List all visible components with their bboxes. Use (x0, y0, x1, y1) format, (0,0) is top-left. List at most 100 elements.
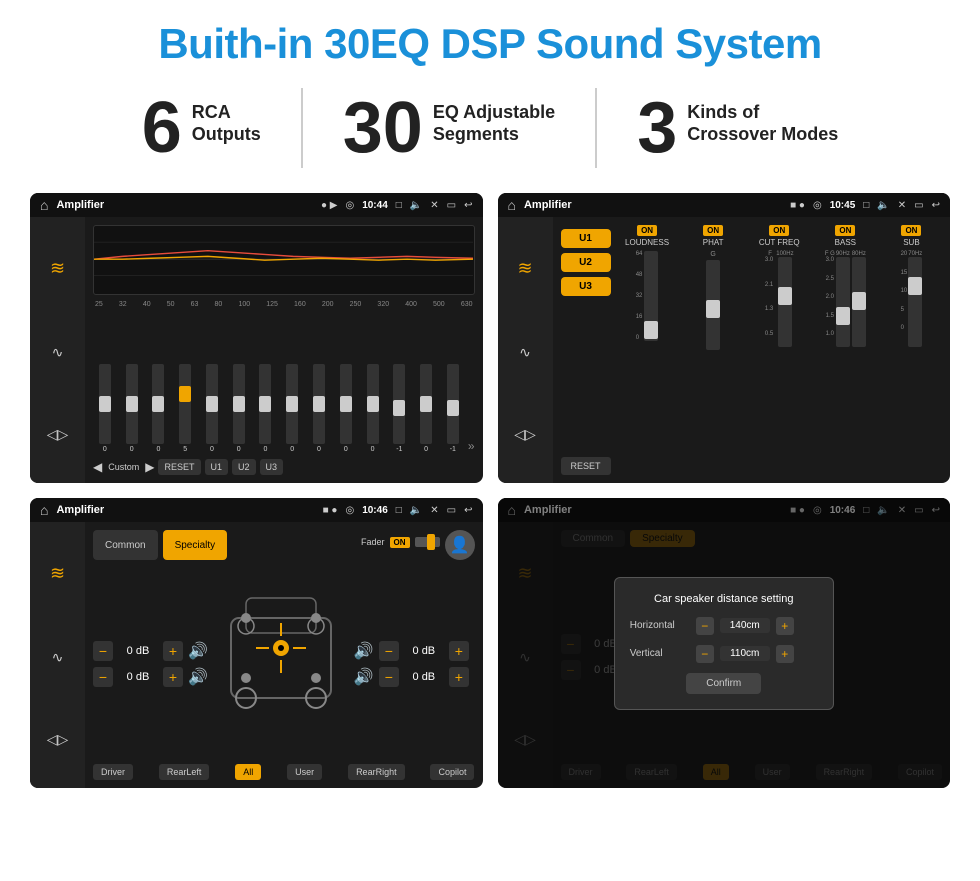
vertical-minus-btn[interactable]: − (696, 645, 714, 663)
eq-u3-btn[interactable]: U3 (260, 459, 284, 475)
amp-speaker-icon[interactable]: ◁▷ (514, 426, 536, 443)
right-controls: 🔊 − 0 dB + 🔊 − 0 dB + (354, 568, 469, 759)
cutfreq-fader-f[interactable] (778, 257, 792, 347)
horizontal-plus-btn[interactable]: + (776, 617, 794, 635)
speaker-icon-left[interactable]: ◁▷ (47, 426, 69, 443)
speaker-icon-1: 🔊 (188, 641, 208, 661)
home-icon-3[interactable]: ⌂ (40, 502, 48, 518)
screen-crossover: ⌂ Amplifier ■ ● ◎ 10:46 □ 🔈 ✕ ▭ ↩ ≋ ∿ ◁▷ (30, 498, 483, 788)
home-icon-2[interactable]: ⌂ (508, 197, 516, 213)
bass-fader-f[interactable] (836, 257, 850, 347)
amp-row: U1 U2 U3 RESET ON LOUDNESS (561, 225, 943, 475)
volume-icon-2: 🔈 (877, 200, 889, 211)
loudness-on: ON (637, 225, 657, 236)
status-bar-2: ⌂ Amplifier ■ ● ◎ 10:45 □ 🔈 ✕ ▭ ↩ (498, 193, 951, 217)
user-avatar-3[interactable]: 👤 (445, 530, 475, 560)
wave-icon[interactable]: ∿ (52, 344, 64, 361)
eq-bottom-controls: ◀ Custom ▶ RESET U1 U2 U3 (93, 459, 475, 475)
plus-btn-1[interactable]: + (163, 641, 183, 661)
amp-channel-sub: ON SUB 20 15 10 5 (881, 225, 942, 475)
minus-btn-1[interactable]: − (93, 641, 113, 661)
sub-on: ON (901, 225, 921, 236)
vertical-value: 110cm (720, 646, 770, 661)
stat-text-crossover: Kinds of Crossover Modes (687, 92, 838, 145)
amp-preset-u3[interactable]: U3 (561, 277, 611, 296)
crossover-main: Common Specialty Fader ON 👤 (85, 522, 483, 788)
eq-slider-12: 0 (414, 364, 438, 453)
dot-icon-2: ■ ● (790, 200, 805, 211)
horizontal-minus-btn[interactable]: − (696, 617, 714, 635)
btn-all[interactable]: All (235, 764, 261, 780)
dialog-overlay: Car speaker distance setting Horizontal … (498, 498, 951, 788)
stat-label-crossover-bottom: Crossover Modes (687, 124, 838, 146)
eq-screen-content: ≋ ∿ ◁▷ (30, 217, 483, 483)
stat-label-rca-bottom: Outputs (192, 124, 261, 146)
loudness-fader[interactable] (644, 251, 658, 341)
amp-preset-u1[interactable]: U1 (561, 229, 611, 248)
eq-play-btn[interactable]: ▶ (145, 460, 154, 474)
confirm-btn[interactable]: Confirm (686, 673, 761, 694)
eq-expand-icon[interactable]: » (468, 439, 475, 453)
tab-common[interactable]: Common (93, 530, 158, 560)
crossover-tabs: Common Specialty Fader ON 👤 (93, 530, 475, 560)
crossover-eq-icon[interactable]: ≋ (50, 563, 65, 584)
eq-sliders: 0 0 0 5 0 0 0 0 0 0 0 -1 0 -1 (93, 312, 475, 453)
btn-driver[interactable]: Driver (93, 764, 133, 780)
eq-slider-13: -1 (441, 364, 465, 453)
amp-screen-content: ≋ ∿ ◁▷ U1 U2 U3 RESET (498, 217, 951, 483)
amp-reset-btn[interactable]: RESET (561, 457, 611, 475)
stats-row: 6 RCA Outputs 30 EQ Adjustable Segments … (30, 88, 950, 168)
screenshots-grid: ⌂ Amplifier ● ▶ ◎ 10:44 □ 🔈 ✕ ▭ ↩ ≋ ∿ ◁▷ (30, 193, 950, 788)
eq-u1-btn[interactable]: U1 (205, 459, 229, 475)
plus-btn-2[interactable]: + (163, 667, 183, 687)
plus-btn-3[interactable]: + (449, 641, 469, 661)
stat-number-eq: 30 (343, 92, 423, 164)
sub-fader[interactable] (908, 257, 922, 347)
eq-slider-3: 5 (173, 364, 197, 453)
vertical-plus-btn[interactable]: + (776, 645, 794, 663)
eq-freq-labels: 25 32 40 50 63 80 100 125 160 200 250 32… (93, 301, 475, 308)
crossover-wave-icon[interactable]: ∿ (52, 649, 64, 666)
bass-on: ON (835, 225, 855, 236)
minus-btn-4[interactable]: − (379, 667, 399, 687)
minus-btn-3[interactable]: − (379, 641, 399, 661)
dialog-title: Car speaker distance setting (630, 593, 818, 605)
plus-btn-4[interactable]: + (449, 667, 469, 687)
eq-reset-btn[interactable]: RESET (158, 459, 200, 475)
eq-graph (93, 225, 475, 295)
btn-rearleft[interactable]: RearLeft (159, 764, 210, 780)
amp-wave-icon[interactable]: ∿ (519, 344, 531, 361)
location-icon-2: ◎ (813, 200, 822, 211)
speaker-icon-2: 🔊 (188, 667, 208, 687)
eq-u2-btn[interactable]: U2 (232, 459, 256, 475)
minus-btn-2[interactable]: − (93, 667, 113, 687)
camera-icon-3: □ (396, 505, 402, 516)
stat-rca: 6 RCA Outputs (102, 92, 301, 164)
control-row-4: 🔊 − 0 dB + (354, 667, 469, 687)
eq-slider-9: 0 (334, 364, 358, 453)
eq-prev-arrow[interactable]: ◀ (93, 460, 102, 474)
back-icon-2: ↩ (932, 200, 940, 211)
btn-rearright[interactable]: RearRight (348, 764, 405, 780)
screen-eq: ⌂ Amplifier ● ▶ ◎ 10:44 □ 🔈 ✕ ▭ ↩ ≋ ∿ ◁▷ (30, 193, 483, 483)
tab-specialty[interactable]: Specialty (163, 530, 228, 560)
eq-custom-label: Custom (106, 459, 141, 475)
btn-user-3[interactable]: User (287, 764, 322, 780)
eq-slider-11: -1 (387, 364, 411, 453)
btn-copilot[interactable]: Copilot (430, 764, 474, 780)
eq-slider-6: 0 (254, 364, 278, 453)
control-row-1: − 0 dB + 🔊 (93, 641, 208, 661)
amp-preset-u2[interactable]: U2 (561, 253, 611, 272)
value-1: 0 dB (118, 645, 158, 657)
fader-slider[interactable] (415, 537, 440, 547)
sub-label: SUB (903, 238, 919, 247)
screen-amplifier: ⌂ Amplifier ■ ● ◎ 10:45 □ 🔈 ✕ ▭ ↩ ≋ ∿ ◁▷ (498, 193, 951, 483)
close-icon-3: ✕ (430, 505, 438, 516)
amp-eq-icon[interactable]: ≋ (517, 258, 532, 279)
status-bar-3: ⌂ Amplifier ■ ● ◎ 10:46 □ 🔈 ✕ ▭ ↩ (30, 498, 483, 522)
crossover-speaker-icon[interactable]: ◁▷ (47, 731, 69, 748)
bass-fader-g[interactable] (852, 257, 866, 347)
phat-fader[interactable] (706, 260, 720, 350)
home-icon-1[interactable]: ⌂ (40, 197, 48, 213)
eq-icon[interactable]: ≋ (50, 258, 65, 279)
